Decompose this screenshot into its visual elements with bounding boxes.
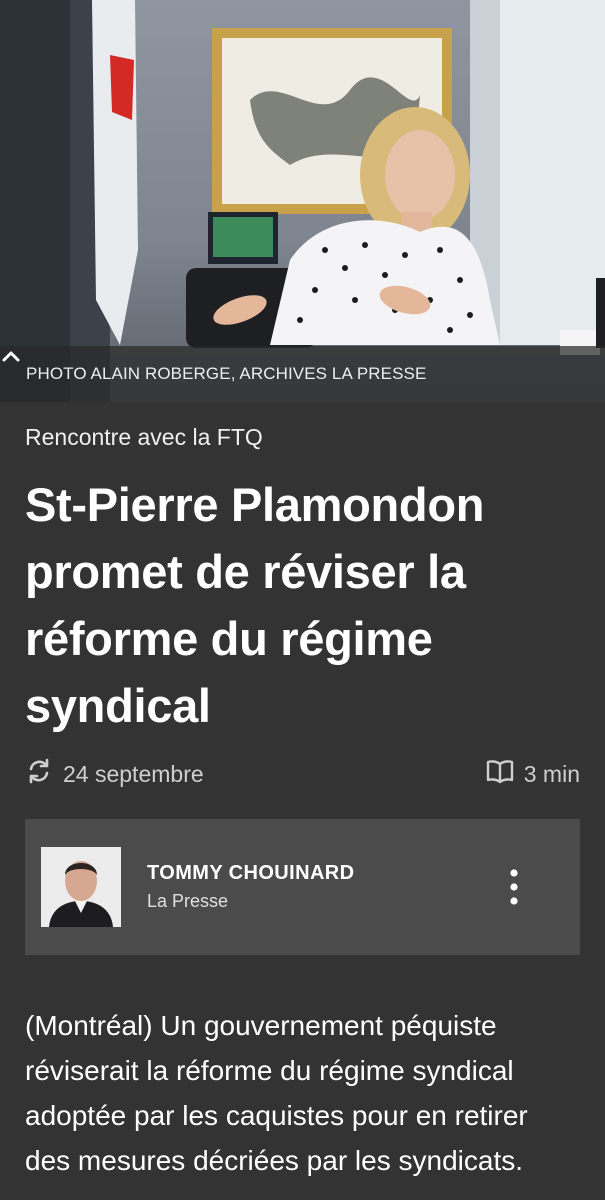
author-info: TOMMY CHOUINARD La Presse (147, 862, 494, 912)
article-read-time: 3 min (486, 758, 580, 790)
author-name[interactable]: TOMMY CHOUINARD (147, 862, 494, 885)
hero-illustration (0, 0, 605, 402)
article-headline: St-Pierre Plamondon promet de réviser la… (25, 478, 485, 732)
article-read-time-text: 3 min (523, 760, 580, 787)
author-card[interactable]: TOMMY CHOUINARD La Presse (25, 819, 580, 955)
avatar[interactable] (41, 847, 121, 927)
photo-caption-bar: PHOTO ALAIN ROBERGE, ARCHIVES LA PRESSE (0, 346, 605, 402)
article-date-text: 24 septembre (63, 760, 204, 787)
photo-caption: PHOTO ALAIN ROBERGE, ARCHIVES LA PRESSE (26, 364, 427, 383)
article-date: 24 septembre (25, 757, 204, 791)
article-kicker[interactable]: Rencontre avec la FTQ (25, 424, 580, 451)
article-meta: 24 septembre 3 min (25, 757, 580, 791)
author-organization: La Presse (147, 891, 229, 911)
article-content: Rencontre avec la FTQ St-Pierre Plamondo… (0, 424, 605, 1183)
more-vertical-icon[interactable] (494, 857, 534, 917)
book-icon (486, 758, 514, 790)
hero-photo: PHOTO ALAIN ROBERGE, ARCHIVES LA PRESSE (0, 0, 605, 402)
refresh-icon (25, 757, 53, 791)
chevron-up-icon[interactable] (2, 351, 579, 386)
article-lede: (Montréal) Un gouvernement péquiste révi… (25, 1010, 528, 1176)
